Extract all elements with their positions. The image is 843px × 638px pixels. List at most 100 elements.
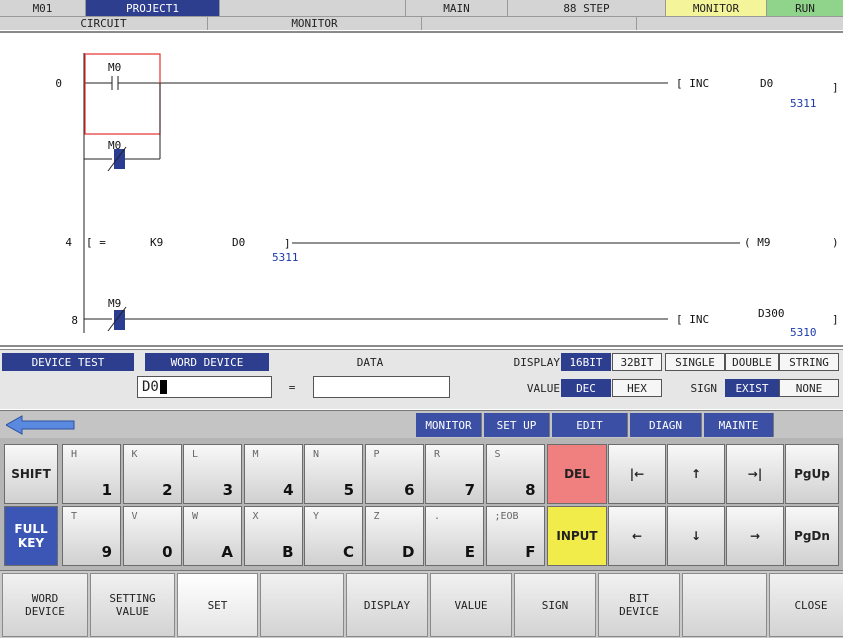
key-shift-char: R (434, 449, 441, 460)
key-shift-char: . (434, 511, 441, 522)
key-shift-char: K (131, 449, 138, 460)
char-row1-key-0[interactable]: H1 (62, 444, 121, 504)
device-input[interactable]: D0 (137, 376, 272, 398)
ladder-diagram[interactable]: 0 M0 M0 [ INC D0 5311 ] 4 [ = K9 D0 5311… (0, 31, 843, 347)
end-key[interactable]: →| (726, 444, 784, 504)
step-count: 88 STEP (508, 0, 666, 16)
function-key-3[interactable]: SET (177, 573, 258, 637)
char-row2-key-6[interactable]: .E (425, 506, 484, 566)
function-key-5[interactable]: DISPLAY (346, 573, 428, 637)
value-dec-option[interactable]: DEC (561, 379, 611, 397)
down-arrow-key[interactable]: ↓ (667, 506, 725, 566)
instruction-close: ] (832, 81, 839, 94)
char-row2-key-1[interactable]: V0 (122, 506, 182, 566)
right-arrow-key[interactable]: → (726, 506, 784, 566)
function-key-9[interactable] (682, 573, 767, 637)
device-test-panel: DEVICE TEST WORD DEVICE DATA D0 = DISPLA… (0, 349, 843, 409)
operand-value: 5311 (790, 97, 817, 110)
instruction-label: [ INC (676, 313, 709, 326)
key-main-char: 5 (343, 481, 354, 499)
subheader-blank-2 (637, 16, 843, 30)
function-key-4[interactable] (260, 573, 344, 637)
word-device-label: WORD DEVICE (145, 353, 269, 371)
menu-edit[interactable]: EDIT (552, 413, 628, 437)
function-key-bar: WORD DEVICE SETTING VALUE SET DISPLAY VALUE S… (0, 570, 843, 638)
input-key[interactable]: INPUT (547, 506, 607, 566)
machine-label: M01 (0, 0, 86, 16)
monitor-tab[interactable]: MONITOR (208, 16, 422, 30)
char-row1-key-4[interactable]: N5 (304, 444, 363, 504)
char-row2-key-2[interactable]: WA (183, 506, 242, 566)
char-row2-key-0[interactable]: T9 (62, 506, 121, 566)
function-key-1[interactable]: WORD DEVICE (2, 573, 88, 637)
device-test-title: DEVICE TEST (2, 353, 134, 371)
display-16bit-option[interactable]: 16BIT (561, 353, 611, 371)
display-32bit-option[interactable]: 32BIT (612, 353, 662, 371)
menu-setup[interactable]: SET UP (484, 413, 550, 437)
shift-key[interactable]: SHIFT (4, 444, 58, 504)
compare-operand-2: D0 (232, 236, 245, 249)
mode-monitor-badge: MONITOR (666, 0, 767, 16)
home-key[interactable]: |← (608, 444, 666, 504)
char-row2-key-5[interactable]: ZD (364, 506, 424, 566)
rung-8[interactable]: 8 M9 [ INC D300 5310 ] (71, 297, 838, 339)
char-row1-key-1[interactable]: K2 (122, 444, 182, 504)
key-main-char: F (525, 543, 536, 561)
char-row1-key-5[interactable]: P6 (364, 444, 424, 504)
function-key-6[interactable]: VALUE (430, 573, 512, 637)
circuit-tab[interactable]: CIRCUIT (0, 16, 208, 30)
page-up-key[interactable]: PgUp (785, 444, 839, 504)
project-label: PROJECT1 (86, 0, 220, 16)
cursor-frame (84, 53, 161, 135)
function-key-10[interactable]: CLOSE (769, 573, 843, 637)
function-key-2[interactable]: SETTING VALUE (90, 573, 175, 637)
char-row1-key-2[interactable]: L3 (183, 444, 242, 504)
up-arrow-key[interactable]: ↑ (667, 444, 725, 504)
key-shift-char: H (71, 449, 78, 460)
value-hex-option[interactable]: HEX (612, 379, 662, 397)
menu-diagn[interactable]: DIAGN (630, 413, 702, 437)
function-key-7[interactable]: SIGN (514, 573, 596, 637)
char-row1-key-3[interactable]: M4 (243, 444, 303, 504)
data-input[interactable] (313, 376, 450, 398)
char-row2-key-7[interactable]: ;EOB F (485, 506, 545, 566)
display-single-option[interactable]: SINGLE (665, 353, 725, 371)
char-row2-key-4[interactable]: YC (304, 506, 363, 566)
sign-none-option[interactable]: NONE (779, 379, 839, 397)
key-shift-char: V (131, 511, 138, 522)
key-shift-char: Y (313, 511, 320, 522)
char-row1-key-7[interactable]: S8 (485, 444, 545, 504)
delete-key[interactable]: DEL (547, 444, 607, 504)
rung-0[interactable]: 0 M0 M0 [ INC D0 5311 ] (55, 53, 839, 172)
full-key-button[interactable]: FULL KEY (4, 506, 58, 566)
key-main-char: 0 (162, 543, 173, 561)
page-down-key[interactable]: PgDn (785, 506, 839, 566)
char-row1-key-6[interactable]: R7 (425, 444, 484, 504)
menu-mainte[interactable]: MAINTE (704, 413, 774, 437)
operand-value: 5310 (790, 326, 817, 339)
rung-4[interactable]: 4 [ = K9 D0 5311 ] ( M9 ) (65, 236, 838, 264)
left-arrow-key[interactable]: ← (608, 506, 666, 566)
key-main-char: 7 (464, 481, 475, 499)
data-label: DATA (356, 355, 384, 369)
coil-close: ) (832, 236, 839, 249)
key-shift-char: N (313, 449, 320, 460)
key-main-char: 6 (404, 481, 415, 499)
equals-sign: = (288, 380, 296, 394)
function-key-8[interactable]: BIT DEVICE (598, 573, 680, 637)
compare-operand-2-value: 5311 (272, 251, 299, 264)
menu-monitor[interactable]: MONITOR (416, 413, 482, 437)
display-double-option[interactable]: DOUBLE (725, 353, 779, 371)
step-number: 8 (71, 314, 78, 327)
sign-label: SIGN (690, 381, 718, 395)
instruction-close: ] (832, 313, 839, 326)
char-row2-key-3[interactable]: XB (243, 506, 303, 566)
compare-open: [ = (86, 236, 106, 249)
instruction-label: [ INC (676, 77, 709, 90)
display-string-option[interactable]: STRING (779, 353, 839, 371)
back-arrow-icon[interactable] (4, 415, 76, 435)
key-main-char: 9 (101, 543, 112, 561)
coil-label: ( M9 (744, 236, 771, 249)
sign-exist-option[interactable]: EXIST (725, 379, 779, 397)
subheader-blank-1 (422, 16, 637, 30)
